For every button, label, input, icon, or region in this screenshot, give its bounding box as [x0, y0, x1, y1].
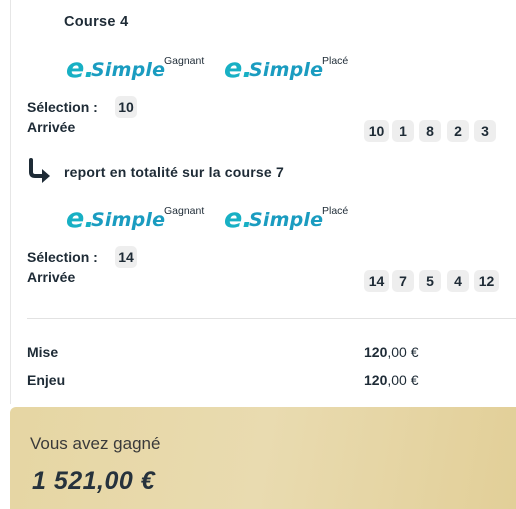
bet-simple-place: e. Simple Placé — [224, 55, 364, 84]
enjeu-amount: 120,00 € — [364, 372, 419, 388]
arrivee-label: Arrivée — [27, 119, 76, 135]
bet-kind-place: Placé — [322, 55, 349, 67]
mise-amount: 120,00 € — [364, 344, 419, 360]
selection-label: Sélection : — [27, 249, 98, 265]
enjeu-amount-dec: ,00 € — [387, 372, 419, 388]
enjeu-label: Enjeu — [27, 372, 66, 388]
curved-arrow-right-icon — [29, 158, 50, 183]
bet-types-row: e. Simple Gagnant e. Simple Placé — [66, 55, 366, 84]
enjeu-amount-int: 120 — [364, 372, 388, 388]
bet-simple-gagnant: e. Simple Gagnant — [66, 205, 216, 234]
esimple-logo-text: Simple — [91, 59, 166, 81]
bet-simple-gagnant: e. Simple Gagnant — [66, 55, 216, 84]
selection-chip: 10 — [115, 96, 137, 118]
arrival-chip: 10 — [364, 120, 389, 142]
arrival-chip: 5 — [419, 270, 441, 292]
report-text: report en totalité sur la course 7 — [64, 164, 284, 180]
arrival-chip: 4 — [447, 270, 469, 292]
arrival-chip: 8 — [419, 120, 441, 142]
selection-label: Sélection : — [27, 99, 98, 115]
bet-kind-gagnant: Gagnant — [164, 55, 205, 67]
arrival-chip: 2 — [447, 120, 469, 142]
bet-simple-place: e. Simple Placé — [224, 205, 364, 234]
winnings-panel: Vous avez gagné 1 521,00 € — [10, 407, 516, 509]
arrival-chip: 12 — [474, 270, 499, 292]
winnings-label: Vous avez gagné — [30, 434, 161, 453]
arrival-chip: 14 — [364, 270, 389, 292]
arrivee-label: Arrivée — [27, 269, 76, 285]
course-title: Course 4 — [64, 14, 129, 30]
arrival-chip: 3 — [474, 120, 496, 142]
mise-label: Mise — [27, 344, 59, 360]
bet-details-card: Course 4 e. Simple Gagnant e. Simple Pla… — [10, 0, 516, 404]
arrival-chip: 1 — [392, 120, 414, 142]
mise-amount-int: 120 — [364, 344, 388, 360]
arrival-chip: 7 — [392, 270, 414, 292]
selection-chip: 14 — [115, 246, 137, 268]
esimple-logo-text: Simple — [91, 209, 166, 231]
esimple-logo-text: Simple — [249, 59, 324, 81]
winnings-amount: 1 521,00 € — [32, 467, 156, 495]
bet-kind-place: Placé — [322, 205, 349, 217]
esimple-logo-text: Simple — [249, 209, 324, 231]
mise-amount-dec: ,00 € — [387, 344, 419, 360]
bet-kind-gagnant: Gagnant — [164, 205, 205, 217]
bet-types-row: e. Simple Gagnant e. Simple Placé — [66, 205, 366, 234]
divider — [27, 318, 516, 319]
